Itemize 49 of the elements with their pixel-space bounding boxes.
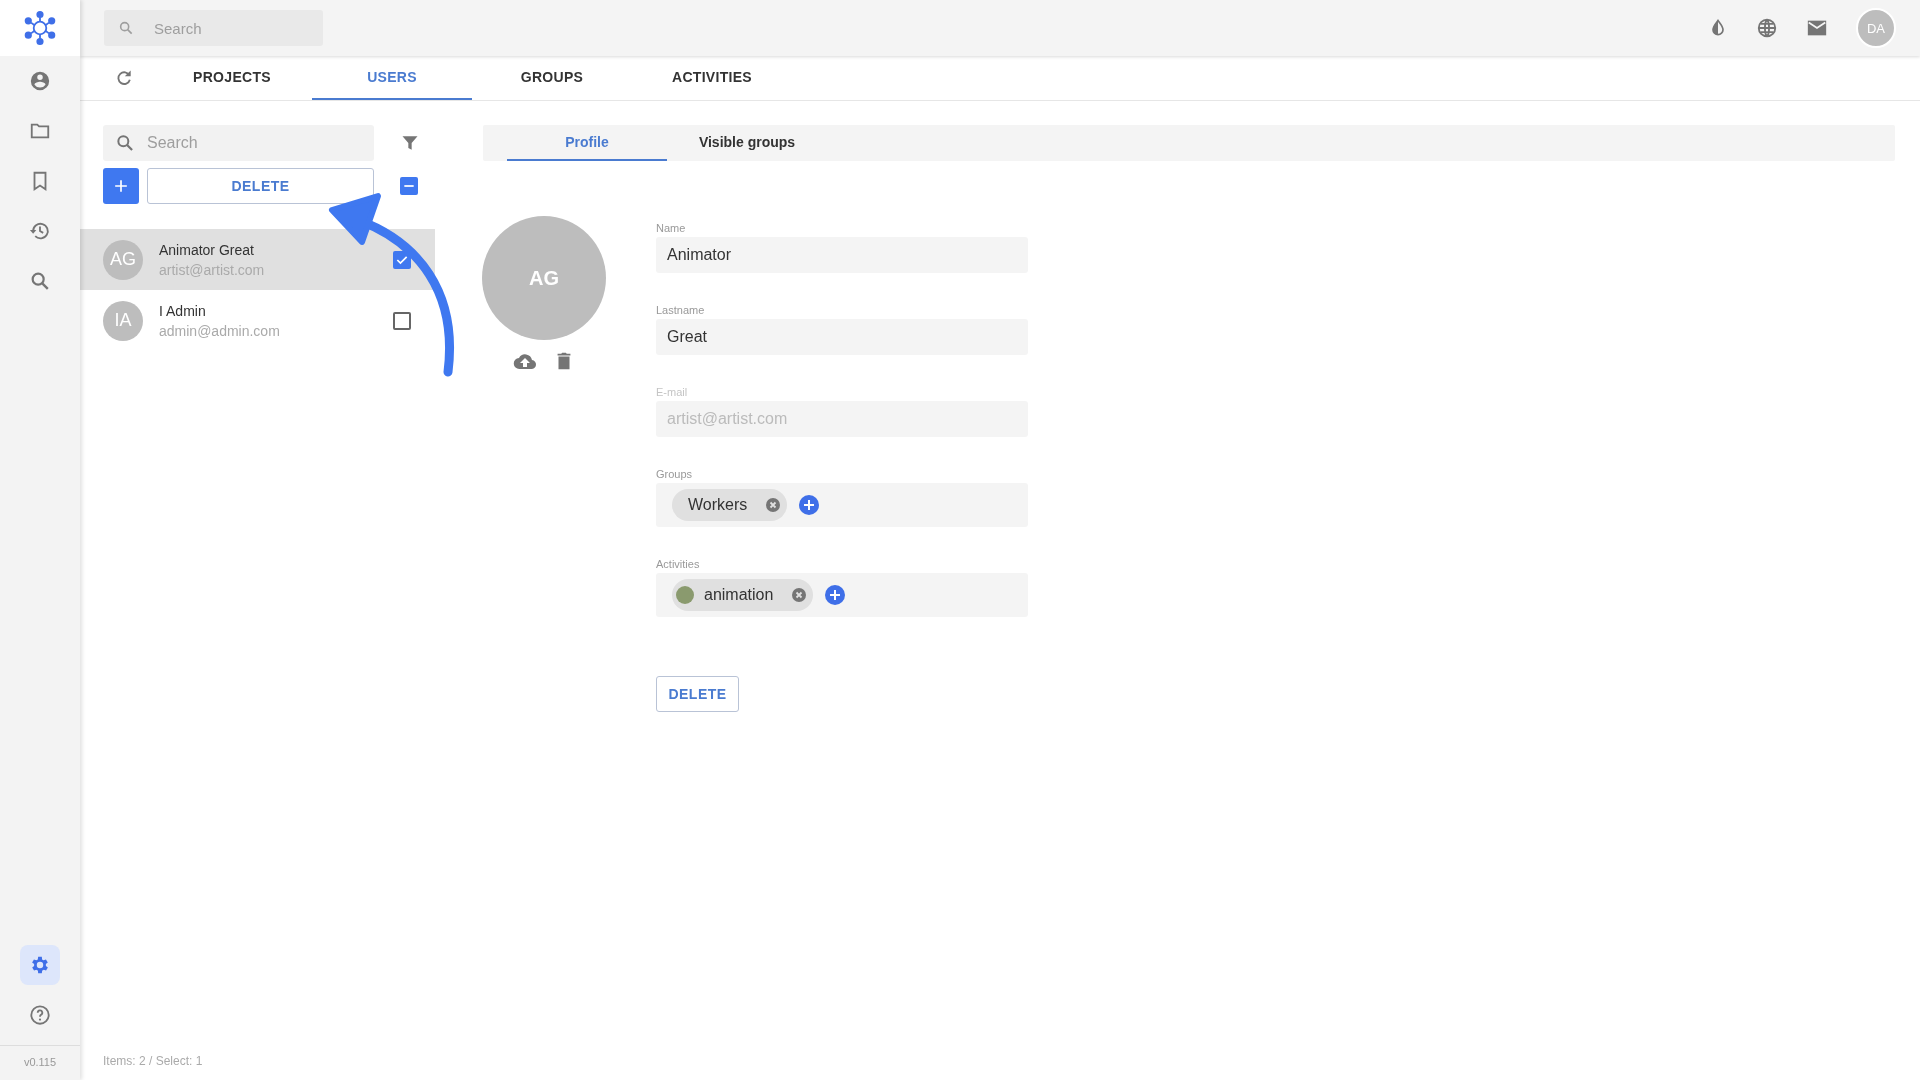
version-label: v0.115 (23, 1055, 57, 1070)
logo-icon[interactable] (22, 10, 58, 46)
input-field[interactable]: Great (656, 319, 1028, 355)
add-icon[interactable] (799, 495, 820, 515)
status-text: Items: 2 / Select: 1 (102, 1054, 204, 1070)
field-label: Lastname (656, 304, 706, 316)
sidebar-item-highlight[interactable] (20, 945, 60, 985)
user-name: Animator Great (159, 241, 255, 258)
tab[interactable]: Profile (507, 125, 667, 161)
input-field: artist@artist.com (656, 401, 1028, 437)
add-button[interactable] (103, 168, 139, 204)
field-label: E-mail (656, 386, 689, 398)
search-icon (115, 133, 135, 153)
search-icon (118, 20, 134, 36)
input-field[interactable]: Animator (656, 237, 1028, 273)
field-label: Name (656, 222, 687, 234)
user-avatar: IA (103, 300, 143, 341)
tab[interactable]: Visible groups (667, 125, 827, 161)
filter-icon[interactable] (400, 133, 420, 153)
delete-button[interactable]: DELETE (656, 676, 739, 712)
search-icon[interactable] (29, 270, 51, 292)
chip-label: animation (704, 586, 774, 604)
remove-icon[interactable] (765, 497, 782, 513)
account-icon[interactable] (29, 70, 51, 92)
settings-icon[interactable] (29, 954, 51, 976)
user-list-item[interactable]: IA I Admin admin@admin.com (80, 290, 435, 351)
search-field[interactable]: Search (104, 10, 323, 46)
user-avatar: AG (103, 239, 143, 280)
add-icon[interactable] (825, 585, 846, 605)
field-label: Groups (656, 468, 694, 480)
user-email: admin@admin.com (159, 322, 281, 339)
nav-tab[interactable]: USERS (312, 56, 472, 100)
globe-icon[interactable] (1756, 17, 1778, 39)
nav-tab[interactable]: ACTIVITIES (632, 56, 792, 100)
chip-label: Workers (688, 496, 748, 514)
checkbox[interactable] (393, 311, 411, 330)
search-field[interactable]: Search (103, 125, 374, 161)
user-name: I Admin (159, 302, 207, 319)
nav-tab[interactable]: PROJECTS (152, 56, 312, 100)
nav-tab[interactable]: GROUPS (472, 56, 632, 100)
remove-icon[interactable] (791, 587, 808, 603)
history-icon[interactable] (29, 220, 51, 242)
field-label: Activities (656, 558, 701, 570)
profile-avatar: AG (482, 216, 606, 340)
chip-field[interactable]: animation (656, 573, 1028, 617)
delete-button[interactable]: DELETE (147, 168, 374, 204)
help-icon[interactable] (29, 1004, 51, 1026)
select-all-checkbox[interactable] (400, 177, 418, 195)
chip-field[interactable]: Workers (656, 483, 1028, 527)
